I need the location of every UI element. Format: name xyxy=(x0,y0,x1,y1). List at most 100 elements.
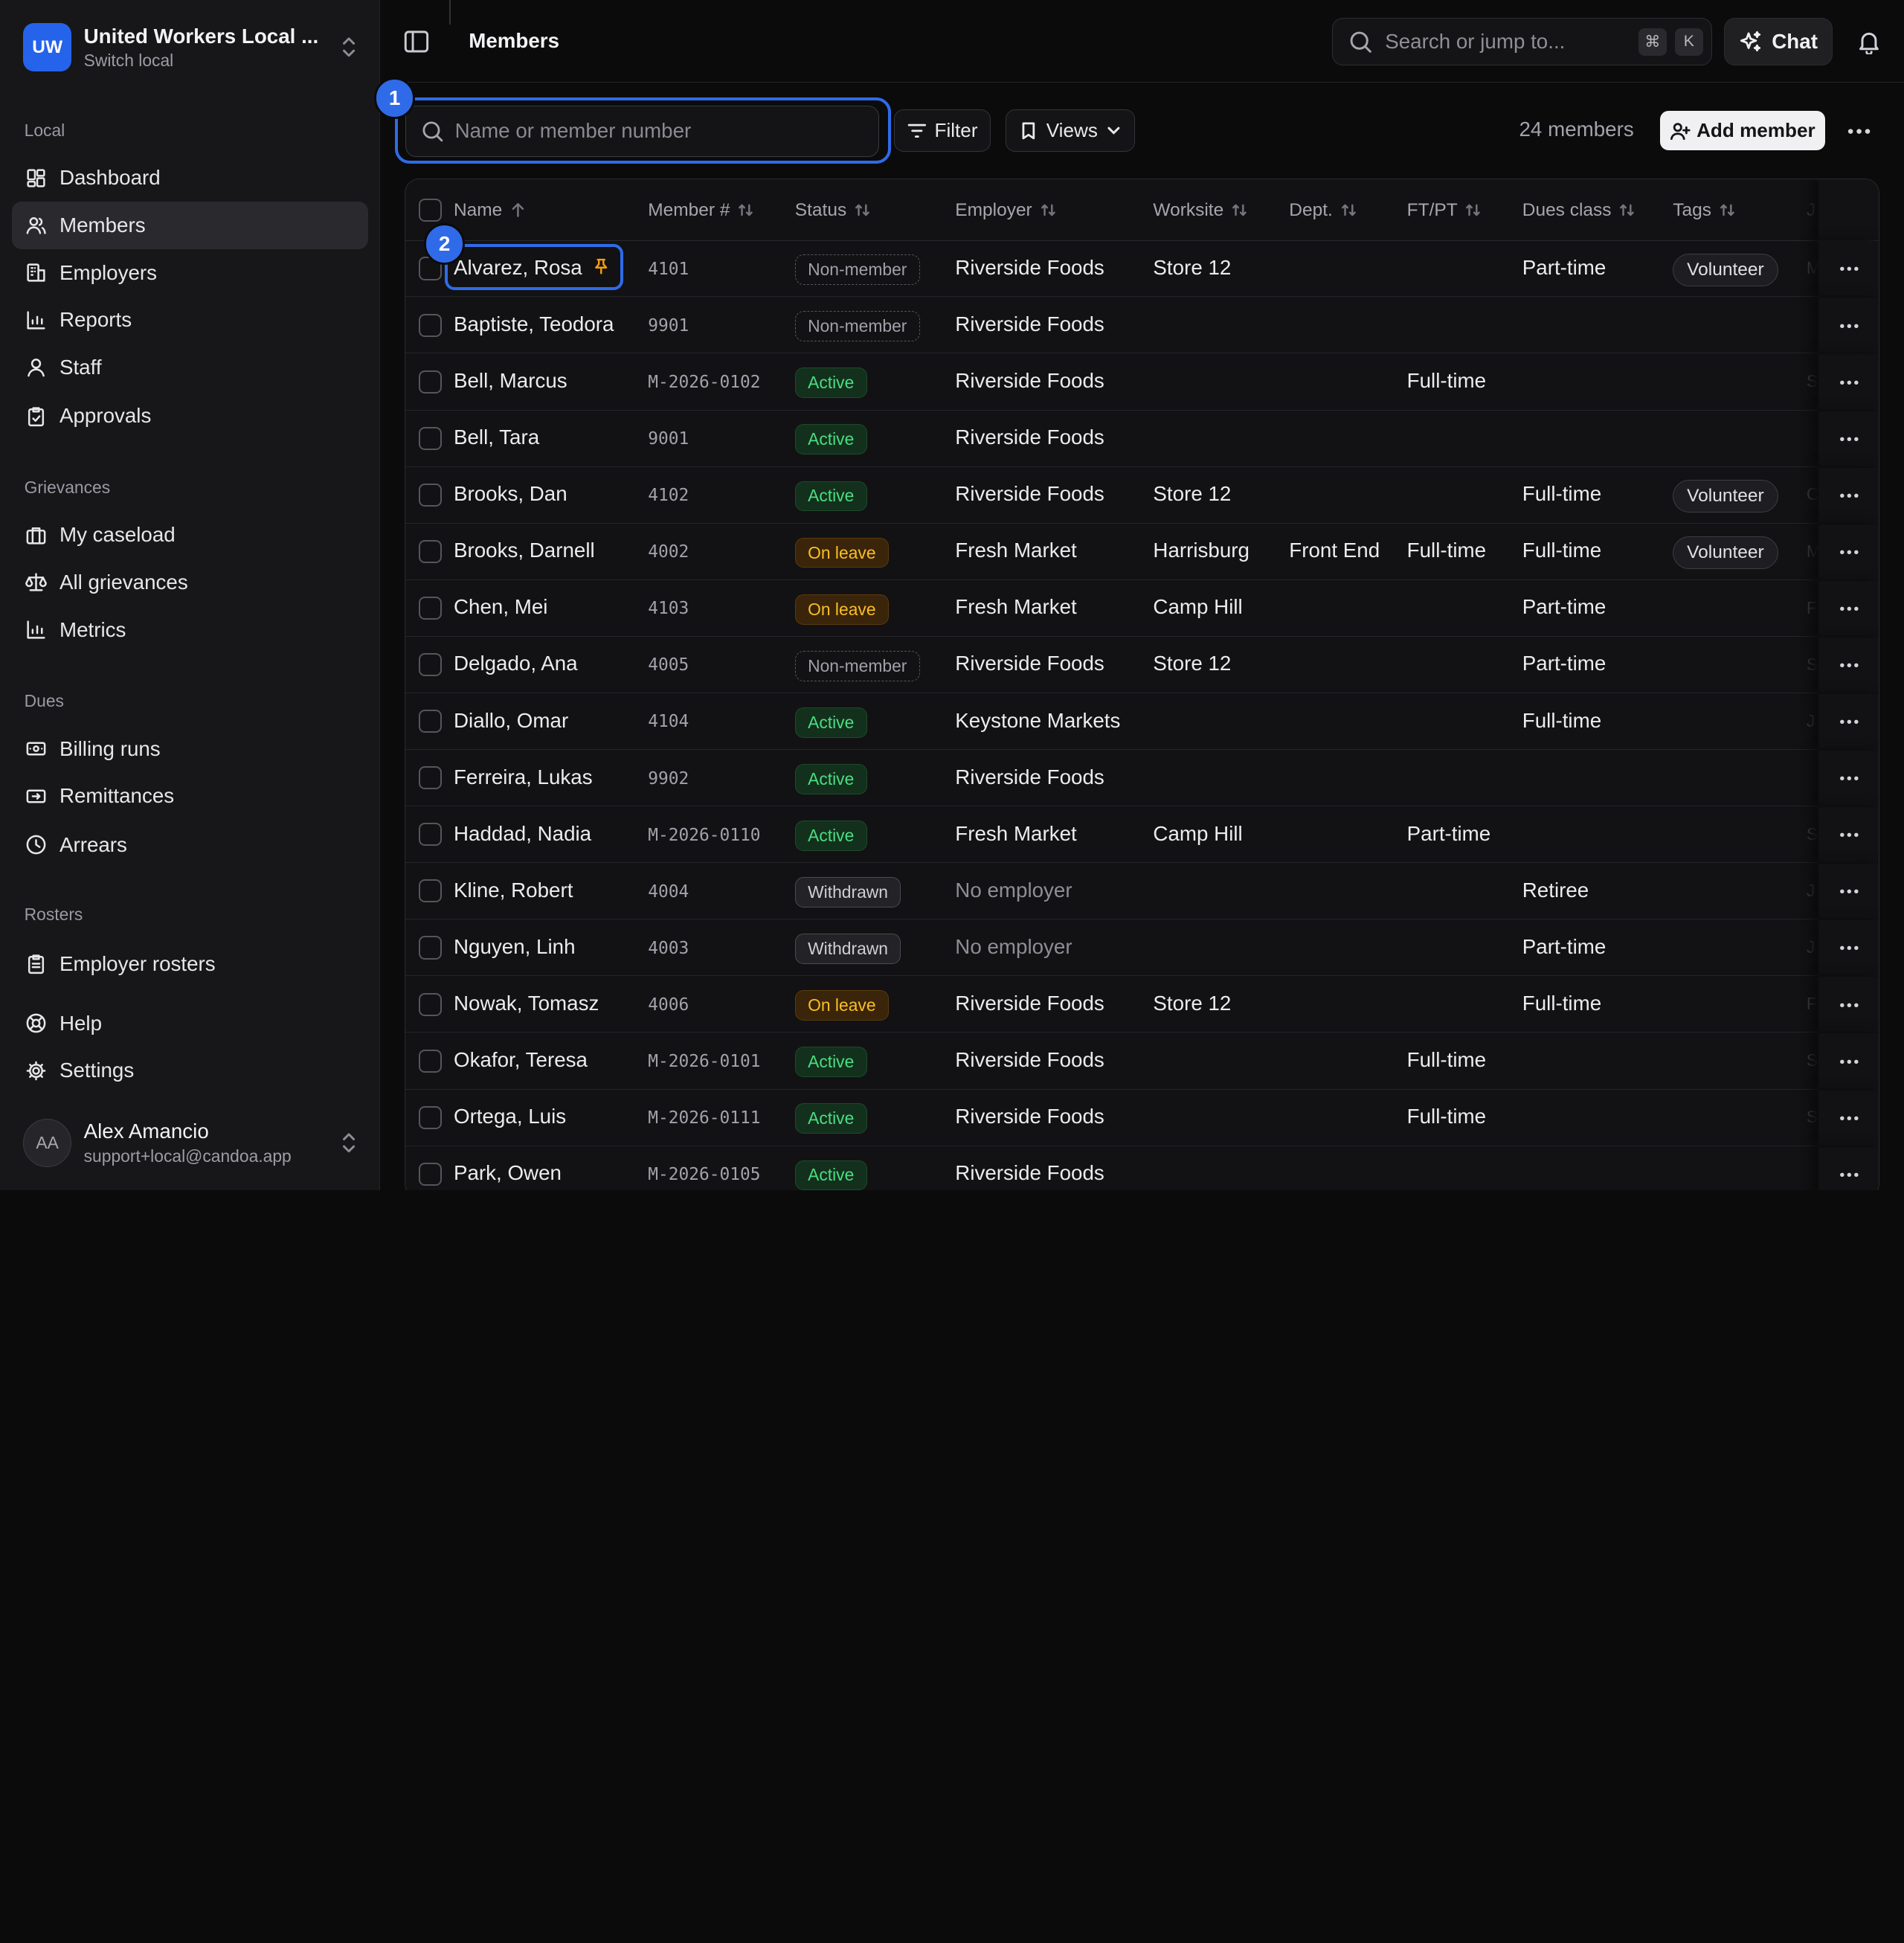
row-checkbox[interactable] xyxy=(418,596,442,620)
sidebar-item-remittances[interactable]: Remittances xyxy=(12,772,367,820)
table-row[interactable]: Bell, Tara 9001 Active Riverside Foods xyxy=(405,411,1879,467)
sidebar-item-members[interactable]: Members xyxy=(12,202,368,249)
member-name[interactable]: Nguyen, Linh xyxy=(454,935,576,959)
member-name[interactable]: Baptiste, Teodora xyxy=(454,312,614,336)
member-name[interactable]: Bell, Marcus xyxy=(454,369,567,393)
table-row[interactable]: Kline, Robert 4004 Withdrawn No employer Ret… xyxy=(405,864,1879,920)
column-header-ft-pt[interactable]: FT/PT xyxy=(1407,200,1482,221)
row-actions-button[interactable] xyxy=(1818,807,1879,864)
row-checkbox[interactable] xyxy=(418,313,442,337)
column-header-member[interactable]: Member # xyxy=(648,200,754,221)
table-row[interactable]: Ferreira, Lukas 9902 Active Riverside Foods xyxy=(405,751,1879,807)
table-row[interactable]: Nowak, Tomasz 4006 On leave Riverside Foods… xyxy=(405,977,1879,1033)
row-actions-button[interactable] xyxy=(1818,580,1879,637)
row-checkbox[interactable] xyxy=(418,483,442,507)
table-row[interactable]: Delgado, Ana 4005 Non-member Riverside Food… xyxy=(405,637,1879,693)
member-name[interactable]: Brooks, Darnell xyxy=(454,539,595,562)
row-actions-button[interactable] xyxy=(1818,411,1879,467)
sidebar-item-metrics[interactable]: Metrics xyxy=(12,606,367,654)
row-actions-button[interactable] xyxy=(1818,354,1879,411)
table-row[interactable]: Diallo, Omar 4104 Active Keystone Markets Fu… xyxy=(405,693,1879,751)
column-header-dept[interactable]: Dept. xyxy=(1289,200,1357,221)
column-header-name[interactable]: Name xyxy=(454,200,527,221)
column-header-dues-class[interactable]: Dues class xyxy=(1522,200,1636,221)
member-name[interactable]: Ferreira, Lukas xyxy=(454,765,593,789)
sidebar-item-employers[interactable]: Employers xyxy=(12,249,367,297)
row-actions-button[interactable] xyxy=(1818,751,1879,807)
sidebar-item-my-caseload[interactable]: My caseload xyxy=(12,511,367,559)
row-checkbox[interactable] xyxy=(418,653,442,677)
row-checkbox[interactable] xyxy=(418,1105,442,1129)
sidebar-item-employer-rosters[interactable]: Employer rosters xyxy=(12,940,367,988)
member-name[interactable]: Delgado, Ana xyxy=(454,652,578,675)
table-row[interactable]: Alvarez, Rosa 4101 Non-member Riverside Foo… xyxy=(405,241,1879,298)
row-checkbox[interactable] xyxy=(418,426,442,450)
row-checkbox[interactable] xyxy=(418,710,442,733)
row-actions-button[interactable] xyxy=(1818,298,1879,354)
row-actions-button[interactable] xyxy=(1818,693,1879,751)
row-actions-button[interactable] xyxy=(1818,1146,1879,1191)
local-switcher[interactable]: UW United Workers Local ... Switch local xyxy=(23,22,358,73)
table-row[interactable]: Okafor, Teresa M-2026-0101 Active Riverside… xyxy=(405,1033,1879,1090)
sidebar-item-settings[interactable]: Settings xyxy=(12,1047,367,1094)
global-search-input[interactable]: Search or jump to... ⌘ K xyxy=(1332,18,1713,66)
column-header-worksite[interactable]: Worksite xyxy=(1153,200,1247,221)
table-row[interactable]: Brooks, Dan 4102 Active Riverside Foods Stor… xyxy=(405,467,1879,524)
column-header-j[interactable]: J xyxy=(1807,200,1815,221)
row-checkbox[interactable] xyxy=(418,539,442,563)
row-actions-button[interactable] xyxy=(1818,637,1879,693)
add-member-button[interactable]: Add member xyxy=(1659,110,1825,151)
member-name[interactable]: Haddad, Nadia xyxy=(454,822,591,846)
member-name[interactable]: Nowak, Tomasz xyxy=(454,992,599,1015)
member-name[interactable]: Diallo, Omar xyxy=(454,709,568,733)
select-all-checkbox[interactable] xyxy=(418,199,442,222)
sidebar-item-billing-runs[interactable]: Billing runs xyxy=(12,725,367,773)
member-name[interactable]: Brooks, Dan xyxy=(454,482,567,506)
member-name[interactable]: Okafor, Teresa xyxy=(454,1048,588,1072)
row-checkbox[interactable] xyxy=(418,823,442,847)
sidebar-item-help[interactable]: Help xyxy=(12,1000,367,1047)
row-checkbox[interactable] xyxy=(418,370,442,394)
column-header-status[interactable]: Status xyxy=(795,200,871,221)
member-name[interactable]: Bell, Tara xyxy=(454,425,539,449)
table-row[interactable]: Brooks, Darnell 4002 On leave Fresh Market H… xyxy=(405,524,1879,580)
column-header-tags[interactable]: Tags xyxy=(1673,200,1735,221)
table-row[interactable]: Chen, Mei 4103 On leave Fresh Market Camp Hi… xyxy=(405,580,1879,637)
row-checkbox[interactable] xyxy=(418,936,442,960)
member-name[interactable]: Chen, Mei xyxy=(454,595,547,619)
table-row[interactable]: Bell, Marcus M-2026-0102 Active Riverside F… xyxy=(405,354,1879,411)
member-name[interactable]: Kline, Robert xyxy=(454,879,573,902)
row-actions-button[interactable] xyxy=(1818,864,1879,920)
bell-icon[interactable] xyxy=(1856,28,1882,55)
views-button[interactable]: Views xyxy=(1005,109,1135,152)
sidebar-item-staff[interactable]: Staff xyxy=(12,344,367,391)
row-actions-button[interactable] xyxy=(1818,977,1879,1033)
chat-button[interactable]: Chat xyxy=(1724,18,1833,66)
row-actions-button[interactable] xyxy=(1818,241,1879,298)
sidebar-item-all-grievances[interactable]: All grievances xyxy=(12,559,367,606)
row-checkbox[interactable] xyxy=(418,992,442,1016)
row-actions-button[interactable] xyxy=(1818,467,1879,524)
sidebar-item-arrears[interactable]: Arrears xyxy=(12,821,367,869)
member-name[interactable]: Ortega, Luis xyxy=(454,1105,566,1128)
pin-icon[interactable] xyxy=(592,257,610,275)
filter-button[interactable]: Filter xyxy=(893,109,991,152)
table-row[interactable]: Park, Owen M-2026-0105 Active Riverside Foo… xyxy=(405,1146,1879,1191)
sidebar-item-dashboard[interactable]: Dashboard xyxy=(12,154,367,202)
row-actions-button[interactable] xyxy=(1818,524,1879,580)
member-name[interactable]: Park, Owen xyxy=(454,1161,562,1185)
row-actions-button[interactable] xyxy=(1818,920,1879,977)
user-menu[interactable]: AA Alex Amancio support+local@candoa.app xyxy=(23,1113,358,1174)
column-header-employer[interactable]: Employer xyxy=(955,200,1056,221)
sidebar-item-approvals[interactable]: Approvals xyxy=(12,392,367,440)
member-search-input[interactable]: Name or member number xyxy=(405,106,880,157)
row-checkbox[interactable] xyxy=(418,1049,442,1073)
row-checkbox[interactable] xyxy=(418,1162,442,1186)
member-name[interactable]: Alvarez, Rosa xyxy=(454,256,610,280)
row-checkbox[interactable] xyxy=(418,879,442,903)
row-actions-button[interactable] xyxy=(1818,1090,1879,1146)
more-options-icon[interactable] xyxy=(1844,117,1874,146)
sidebar-item-reports[interactable]: Reports xyxy=(12,296,367,344)
row-actions-button[interactable] xyxy=(1818,1033,1879,1090)
table-row[interactable]: Haddad, Nadia M-2026-0110 Active Fresh Mark… xyxy=(405,807,1879,864)
